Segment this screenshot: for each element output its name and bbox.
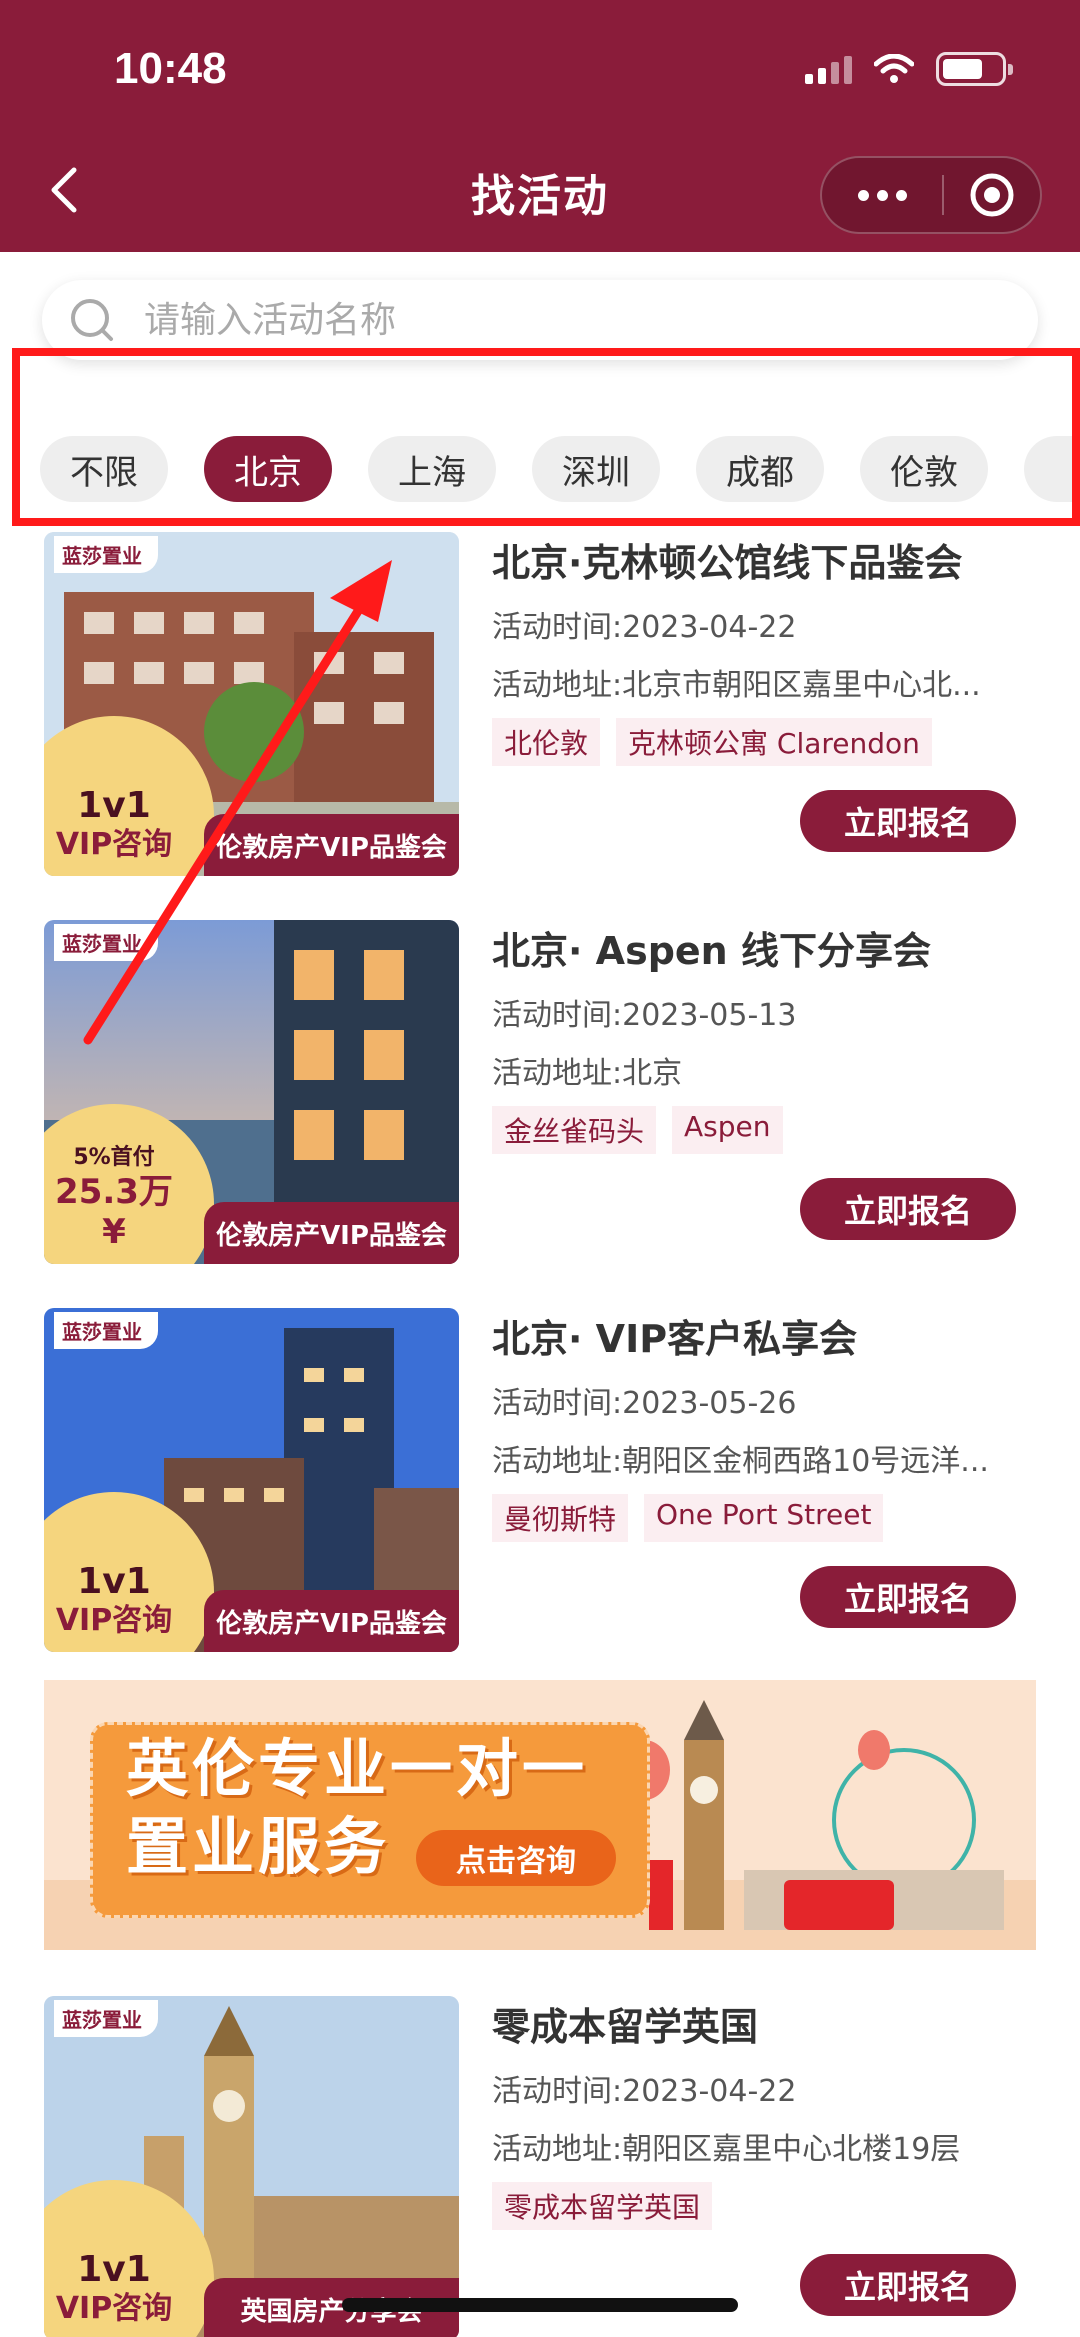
search-icon xyxy=(71,299,113,341)
promo-badge-text: 1v1 VIP咨询 xyxy=(55,785,173,863)
event-thumbnail: 蓝莎置业 5%首付 25.3万¥ 伦敦房产VIP品鉴会 xyxy=(44,920,459,1264)
city-chip-guangzhou[interactable]: 广 xyxy=(1024,436,1080,502)
city-chip-unlimited[interactable]: 不限 xyxy=(40,436,168,502)
event-card[interactable]: 蓝莎置业 1v1 VIP咨询 伦敦房产VIP品鉴会 北京· VIP客户私享会 活… xyxy=(44,1308,1044,1652)
city-chip-london[interactable]: 伦敦 xyxy=(860,436,988,502)
city-chip-chengdu[interactable]: 成都 xyxy=(696,436,824,502)
search-input[interactable] xyxy=(144,299,1038,341)
event-thumbnail: 蓝莎置业 1v1 VIP咨询 伦敦房产VIP品鉴会 xyxy=(44,532,459,876)
event-title[interactable]: 北京·克林顿公馆线下品鉴会 xyxy=(492,532,1044,588)
event-tag: One Port Street xyxy=(644,1494,884,1542)
promo-badge-text: 1v1 VIP咨询 xyxy=(55,1561,173,1639)
event-address: 活动地址:北京市朝阳区嘉里中心北... xyxy=(492,668,981,703)
brand-label: 蓝莎置业 xyxy=(54,2000,158,2037)
wifi-icon xyxy=(874,54,914,83)
promo-badge-text: 1v1 VIP咨询 xyxy=(55,2249,173,2327)
register-button[interactable]: 立即报名 xyxy=(800,1566,1016,1628)
event-time: 活动时间:2023-05-26 xyxy=(492,1386,797,1421)
event-ribbon: 伦敦房产VIP品鉴会 xyxy=(204,1590,459,1652)
miniprogram-capsule xyxy=(820,156,1042,234)
close-target-icon[interactable] xyxy=(944,170,1040,220)
event-title[interactable]: 北京· VIP客户私享会 xyxy=(492,1308,1044,1364)
promo-badge-text: 5%首付 25.3万¥ xyxy=(55,1145,173,1252)
event-time: 活动时间:2023-04-22 xyxy=(492,610,797,645)
event-card[interactable]: 蓝莎置业 5%首付 25.3万¥ 伦敦房产VIP品鉴会 北京· Aspen 线下… xyxy=(44,920,1044,1264)
city-chip-shenzhen[interactable]: 深圳 xyxy=(532,436,660,502)
city-chip-shanghai[interactable]: 上海 xyxy=(368,436,496,502)
register-button[interactable]: 立即报名 xyxy=(800,2254,1016,2316)
event-tag: 曼彻斯特 xyxy=(492,1494,629,1542)
event-ribbon: 伦敦房产VIP品鉴会 xyxy=(204,814,459,876)
city-filter-row: 不限 北京 上海 深圳 成都 伦敦 广 xyxy=(40,436,1080,502)
brand-label: 蓝莎置业 xyxy=(54,536,158,573)
event-tag: 零成本留学英国 xyxy=(492,2182,713,2230)
battery-icon xyxy=(936,52,1013,86)
event-ribbon: 伦敦房产VIP品鉴会 xyxy=(204,1202,459,1264)
event-tag: 北伦敦 xyxy=(492,718,601,766)
search-bar[interactable] xyxy=(42,280,1038,360)
event-thumbnail: 蓝莎置业 1v1 VIP咨询 英国房产分享会 xyxy=(44,1996,459,2337)
event-tag: Aspen xyxy=(672,1106,783,1154)
event-time: 活动时间:2023-05-13 xyxy=(492,998,797,1033)
event-card[interactable]: 蓝莎置业 1v1 VIP咨询 伦敦房产VIP品鉴会 北京·克林顿公馆线下品鉴会 … xyxy=(44,532,1044,876)
register-button[interactable]: 立即报名 xyxy=(800,1178,1016,1240)
event-title[interactable]: 北京· Aspen 线下分享会 xyxy=(492,920,1044,976)
event-thumbnail: 蓝莎置业 1v1 VIP咨询 伦敦房产VIP品鉴会 xyxy=(44,1308,459,1652)
event-tag: 克林顿公寓 Clarendon xyxy=(616,718,932,766)
event-card[interactable]: 蓝莎置业 1v1 VIP咨询 英国房产分享会 零成本留学英国 活动时间:2023… xyxy=(44,1996,1044,2337)
event-tag: 金丝雀码头 xyxy=(492,1106,657,1154)
brand-label: 蓝莎置业 xyxy=(54,1312,158,1349)
status-icons xyxy=(805,52,1013,86)
home-indicator xyxy=(342,2298,738,2312)
header-bar: 10:48 找活动 xyxy=(0,0,1080,252)
city-chip-beijing[interactable]: 北京 xyxy=(204,436,332,502)
event-title[interactable]: 零成本留学英国 xyxy=(492,1996,1044,2052)
more-icon[interactable] xyxy=(822,158,942,232)
signal-icon xyxy=(805,54,852,84)
brand-label: 蓝莎置业 xyxy=(54,924,158,961)
event-address: 活动地址:朝阳区金桐西路10号远洋... xyxy=(492,1444,989,1479)
register-button[interactable]: 立即报名 xyxy=(800,790,1016,852)
event-address: 活动地址:北京 xyxy=(492,1056,683,1091)
event-time: 活动时间:2023-04-22 xyxy=(492,2074,797,2109)
event-address: 活动地址:朝阳区嘉里中心北楼19层 xyxy=(492,2132,961,2167)
consult-button[interactable]: 点击咨询 xyxy=(416,1830,616,1886)
consult-banner[interactable]: 英伦专业一对一 置业服务 点击咨询 xyxy=(44,1680,1036,1950)
status-time: 10:48 xyxy=(114,44,227,93)
